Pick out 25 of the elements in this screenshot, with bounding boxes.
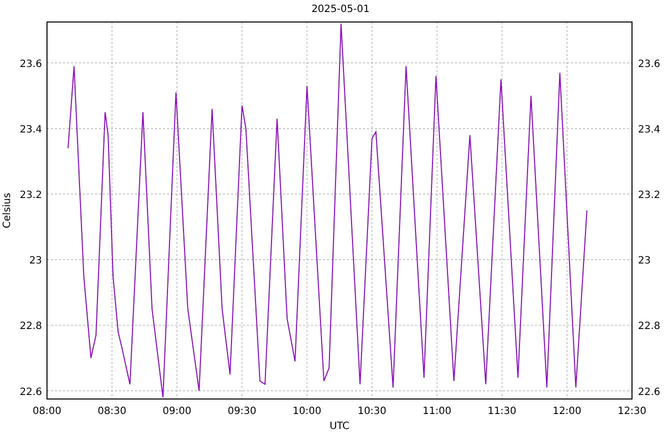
y-tick-label: 22.8: [20, 321, 42, 332]
y-tick-label: 22.6: [20, 386, 42, 398]
x-tick-label: 10:30: [358, 406, 386, 417]
x-tick-label: 09:30: [228, 406, 256, 417]
y-tick-label: 22.6: [638, 386, 660, 398]
x-tick-label: 10:00: [292, 406, 322, 417]
y-tick-label: 23: [638, 256, 651, 267]
y-tick-label: 22.8: [638, 321, 660, 332]
x-tick-label: 09:00: [162, 406, 192, 417]
y-tick-label: 23.2: [20, 190, 42, 202]
y-tick-label: 23.6: [638, 58, 660, 70]
y-axis-title: Celsius: [2, 192, 13, 228]
x-tick-label: 12:00: [552, 406, 582, 417]
y-tick-label: 23: [29, 256, 42, 267]
x-tick-label: 11:30: [488, 406, 516, 417]
y-tick-label: 23.2: [638, 190, 660, 202]
y-tick-label: 23.4: [20, 124, 42, 136]
x-tick-label: 12:30: [618, 406, 646, 417]
x-tick-label: 08:30: [98, 406, 126, 417]
x-axis-title: UTC: [330, 421, 350, 432]
y-tick-label: 23.6: [20, 58, 42, 70]
y-tick-label: 23.4: [638, 124, 660, 136]
x-tick-label: 08:00: [32, 406, 62, 417]
x-tick-label: 11:00: [422, 406, 452, 417]
chart-title: 2025-05-01: [311, 4, 370, 15]
